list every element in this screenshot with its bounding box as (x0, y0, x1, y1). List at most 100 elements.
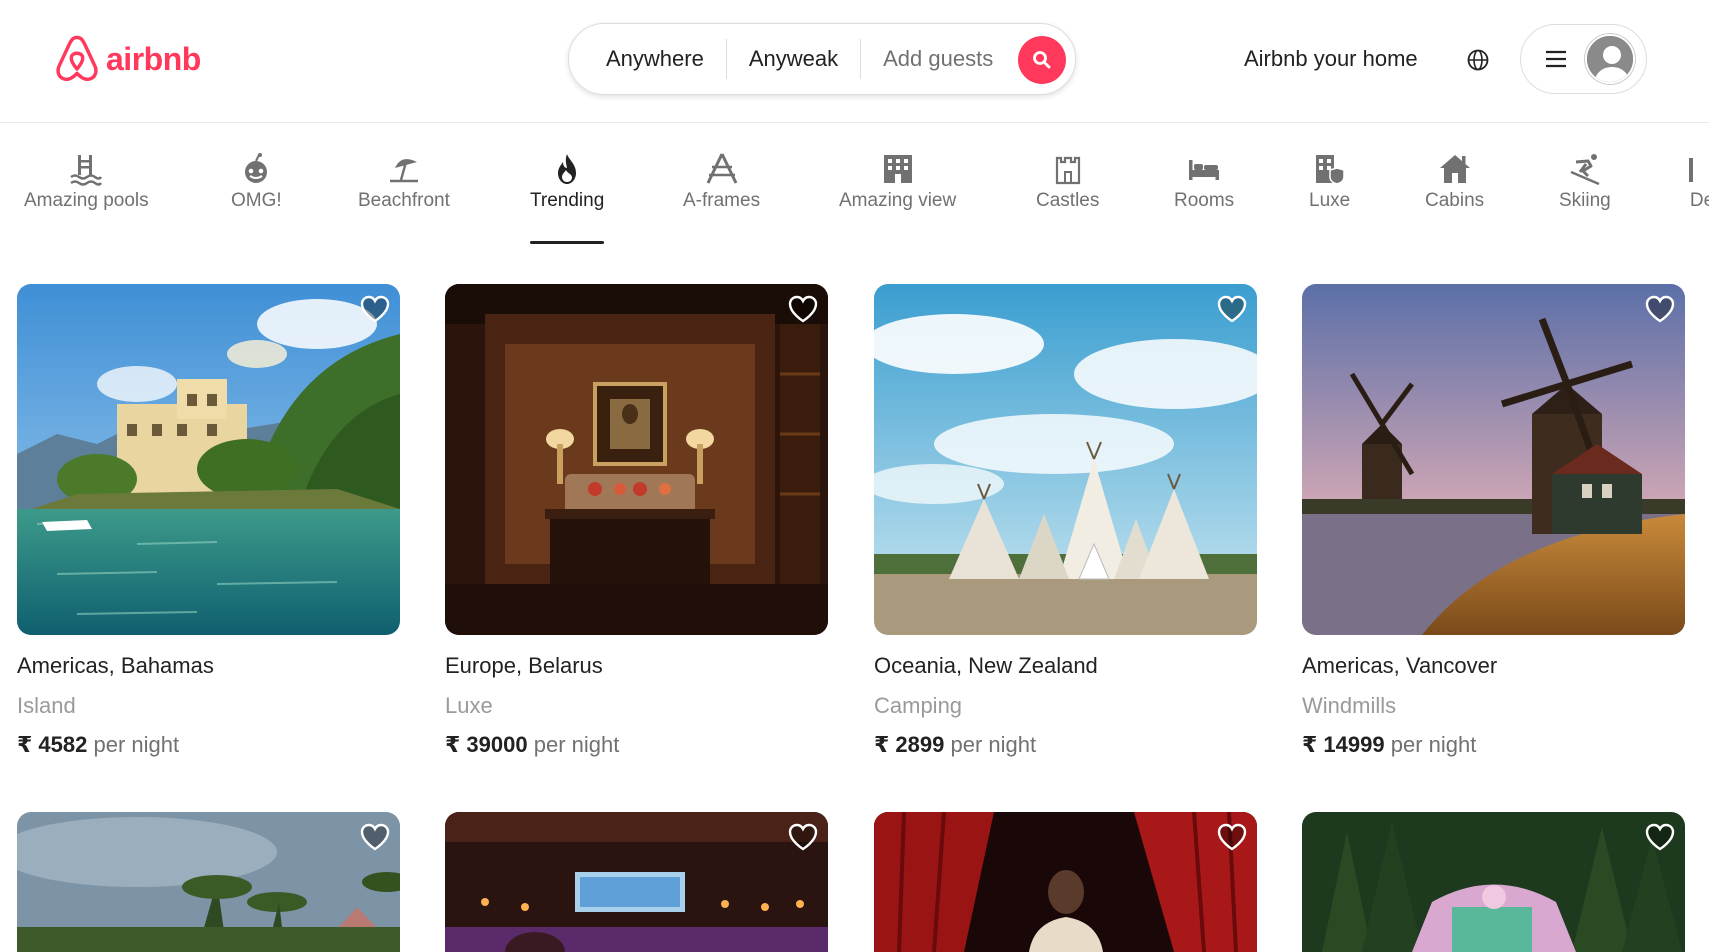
listing-photo[interactable] (1302, 812, 1685, 952)
island-villa-image (17, 284, 400, 635)
listing-card[interactable] (17, 812, 400, 952)
listing-title: Americas, Bahamas (17, 653, 214, 678)
tipi-camp-image (874, 284, 1257, 635)
heart-icon[interactable] (359, 821, 391, 853)
listing-photo[interactable] (445, 812, 828, 952)
listing-price: ₹ 4582 per night (17, 732, 400, 758)
search-when[interactable]: Anyweak (727, 39, 860, 79)
heart-icon[interactable] (787, 293, 819, 325)
user-avatar-icon (1585, 34, 1635, 84)
heart-icon[interactable] (1216, 821, 1248, 853)
category-label: Skiing (1559, 190, 1611, 211)
category-castles[interactable]: Castles (1036, 152, 1099, 212)
category-bar: Amazing pools OMG! Beachfront Trending A… (0, 124, 1709, 244)
listing-type: Windmills (1302, 693, 1397, 718)
price-unit: per night (950, 732, 1037, 757)
listing-card[interactable] (445, 812, 828, 952)
category-omg[interactable]: OMG! (231, 152, 282, 212)
bar-interior-image (445, 812, 828, 952)
listing-photo[interactable] (17, 284, 400, 635)
category-label: A-frames (683, 190, 761, 211)
airbnb-logo[interactable]: airbnb (54, 34, 201, 84)
windmills-image (1302, 284, 1685, 635)
price-unit: per night (533, 732, 620, 757)
skier-icon (1570, 154, 1600, 186)
luxe-icon (1315, 155, 1345, 185)
luxe-interior-image (445, 284, 828, 635)
category-label: OMG! (231, 190, 282, 211)
ufo-icon (245, 153, 268, 183)
category-label: Castles (1036, 190, 1100, 211)
listing-card[interactable] (874, 812, 1257, 952)
listing-price: ₹ 2899 per night (874, 732, 1257, 758)
category-trending[interactable]: Trending (530, 152, 605, 244)
category-rooms[interactable]: Rooms (1174, 152, 1234, 212)
category-a-frames[interactable]: A-frames (683, 152, 760, 212)
listing-card[interactable]: Americas, Bahamas Island ₹ 4582 per nigh… (17, 284, 400, 758)
user-menu-button[interactable] (1520, 24, 1647, 94)
category-amazing-pools[interactable]: Amazing pools (24, 152, 149, 212)
heart-icon[interactable] (1644, 821, 1676, 853)
search-guests[interactable]: Add guests (861, 39, 1015, 79)
category-label: Beachfront (358, 190, 450, 211)
category-cabins[interactable]: Cabins (1425, 152, 1484, 212)
category-skiing[interactable]: Skiing (1559, 152, 1611, 212)
listing-card[interactable]: Europe, Belarus Luxe ₹ 39000 per night (445, 284, 828, 758)
listing-photo[interactable] (445, 284, 828, 635)
top-header: airbnb Anywhere Anyweak Add guests Airbn… (0, 0, 1709, 123)
tropical-house-image (17, 812, 400, 952)
price-unit: per night (93, 732, 180, 757)
brand-name: airbnb (106, 40, 201, 77)
category-amazing-view[interactable]: Amazing view (839, 152, 956, 212)
listing-card[interactable] (1302, 812, 1685, 952)
globe-icon[interactable] (1466, 48, 1490, 72)
active-tab-indicator (530, 241, 605, 244)
price-amount: ₹ 14999 (1302, 732, 1385, 757)
listing-photo[interactable] (17, 812, 400, 952)
category-label: Amazing view (839, 190, 957, 211)
listing-price: ₹ 39000 per night (445, 732, 828, 758)
heart-icon[interactable] (1644, 293, 1676, 325)
listing-photo[interactable] (1302, 284, 1685, 635)
umbrella-icon (389, 159, 418, 183)
listing-photo[interactable] (874, 812, 1257, 952)
listing-title: Americas, Vancover (1302, 653, 1498, 678)
category-label: Luxe (1309, 190, 1351, 211)
forest-house-image (1302, 812, 1685, 952)
search-button[interactable] (1018, 36, 1066, 84)
a-frame-icon (706, 153, 737, 184)
host-home-link[interactable]: Airbnb your home (1244, 46, 1418, 72)
category-luxe[interactable]: Luxe (1309, 152, 1350, 212)
listing-card[interactable]: Americas, Vancover Windmills ₹ 14999 per… (1302, 284, 1685, 758)
airbnb-logo-icon (56, 35, 98, 82)
design-icon (1689, 158, 1693, 182)
listing-type: Camping (874, 693, 963, 718)
heart-icon[interactable] (1216, 293, 1248, 325)
category-label: Rooms (1174, 190, 1235, 211)
listing-card[interactable]: Oceania, New Zealand Camping ₹ 2899 per … (874, 284, 1257, 758)
listing-photo[interactable] (874, 284, 1257, 635)
bed-icon (1189, 160, 1220, 180)
search-where[interactable]: Anywhere (569, 39, 726, 79)
price-amount: ₹ 39000 (445, 732, 528, 757)
category-label: Trending (530, 190, 605, 211)
listing-title: Oceania, New Zealand (874, 653, 1098, 678)
cabin-icon (1439, 155, 1470, 183)
category-label: Cabins (1425, 190, 1485, 211)
heart-icon[interactable] (359, 293, 391, 325)
category-label: Amazing pools (24, 190, 149, 211)
hamburger-icon (1546, 50, 1566, 68)
search-bar[interactable]: Anywhere Anyweak Add guests (568, 23, 1076, 95)
price-unit: per night (1390, 732, 1477, 757)
listing-title: Europe, Belarus (445, 653, 603, 678)
listing-price: ₹ 14999 per night (1302, 732, 1685, 758)
price-amount: ₹ 2899 (874, 732, 945, 757)
pool-icon (70, 155, 103, 186)
building-icon (883, 155, 912, 183)
category-design[interactable]: De (1685, 152, 1709, 212)
search-icon (1033, 51, 1051, 69)
listing-type: Luxe (445, 693, 493, 718)
heart-icon[interactable] (787, 821, 819, 853)
listing-type: Island (17, 693, 76, 718)
category-beachfront[interactable]: Beachfront (358, 152, 450, 212)
